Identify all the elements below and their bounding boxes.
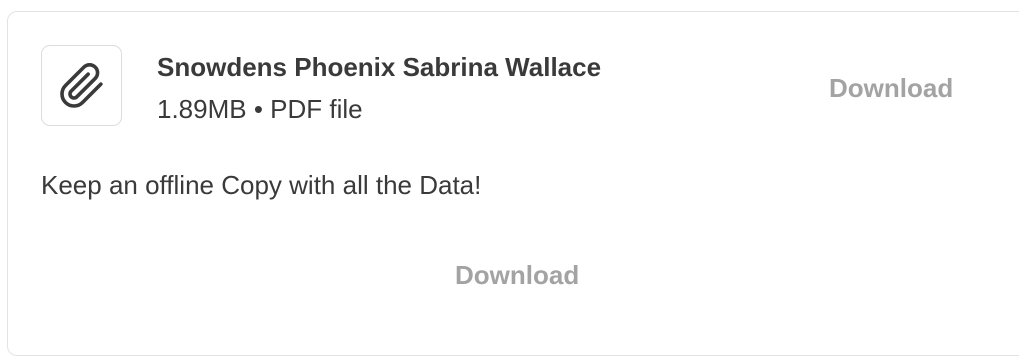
paperclip-icon (58, 62, 106, 110)
file-name: Snowdens Phoenix Sabrina Wallace (157, 52, 602, 82)
file-meta: 1.89MB • PDF file (157, 94, 363, 124)
description-text: Keep an offline Copy with all the Data! (41, 170, 482, 200)
attachment-thumbnail (41, 45, 122, 126)
download-footer-button[interactable]: Download (455, 260, 579, 291)
download-button[interactable]: Download (829, 73, 953, 104)
attachment-card: Snowdens Phoenix Sabrina Wallace 1.89MB … (7, 11, 1019, 356)
